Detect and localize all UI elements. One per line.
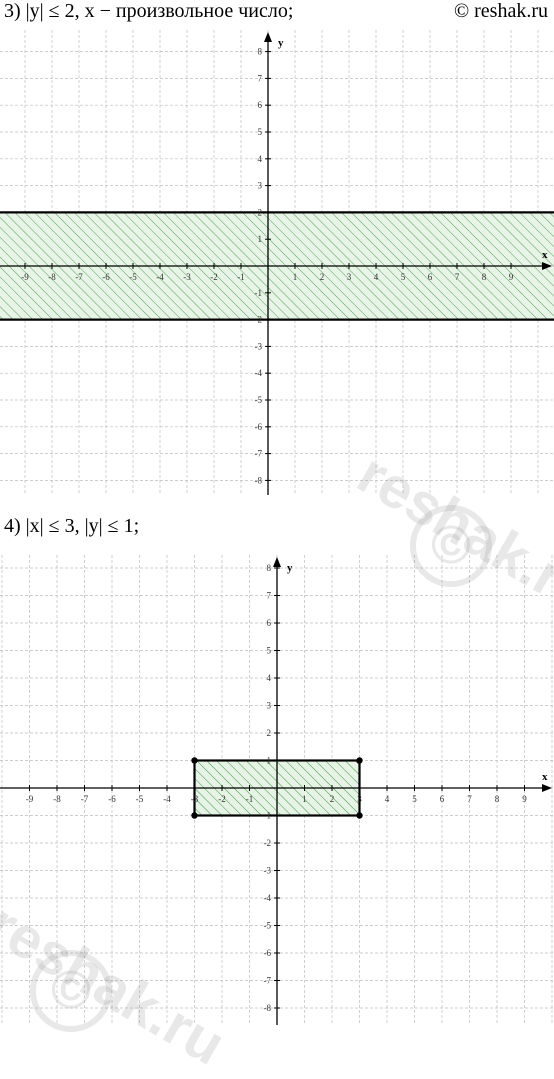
watermark-copyright-icon-1: © <box>410 505 492 587</box>
x-tick-label: 5 <box>412 794 417 804</box>
y-tick-label: -8 <box>264 1003 272 1013</box>
x-tick-label: -8 <box>53 794 61 804</box>
y-axis-label: y <box>287 562 293 574</box>
x-tick-label: 8 <box>495 794 500 804</box>
x-tick-label: 2 <box>330 794 335 804</box>
vertex-point <box>191 757 197 763</box>
x-axis-arrow-icon <box>542 784 552 792</box>
y-axis-arrow-icon <box>273 557 281 567</box>
y-tick-label: -3 <box>264 866 272 876</box>
x-tick-label: 6 <box>440 794 445 804</box>
y-tick-label: 1 <box>267 756 272 766</box>
y-tick-label: 2 <box>267 728 272 738</box>
x-tick-label: -6 <box>108 794 116 804</box>
x-tick-label: 4 <box>385 794 390 804</box>
x-tick-label: -7 <box>81 794 89 804</box>
y-tick-label: -7 <box>264 976 272 986</box>
y-tick-label: 3 <box>267 701 272 711</box>
vertex-point <box>356 757 362 763</box>
x-tick-label: -9 <box>26 794 34 804</box>
x-axis-label: x <box>542 771 548 783</box>
x-tick-label: -3 <box>191 794 199 804</box>
y-tick-label: -4 <box>264 893 272 903</box>
vertex-point <box>191 812 197 818</box>
x-tick-label: 7 <box>467 794 472 804</box>
x-tick-label: -4 <box>163 794 171 804</box>
x-tick-label: -2 <box>218 794 226 804</box>
x-tick-label: 3 <box>357 794 362 804</box>
y-tick-label: 5 <box>267 646 272 656</box>
y-tick-label: -2 <box>264 838 272 848</box>
y-tick-label: 4 <box>267 673 272 683</box>
x-tick-label: -5 <box>136 794 144 804</box>
y-tick-label: 6 <box>267 618 272 628</box>
x-tick-label: 9 <box>522 794 527 804</box>
y-tick-label: 7 <box>267 591 272 601</box>
y-tick-label: 8 <box>267 563 272 573</box>
watermark-copyright-icon-2: © <box>30 950 112 1032</box>
x-tick-label: 1 <box>302 794 307 804</box>
vertex-point <box>356 812 362 818</box>
x-tick-label: -1 <box>246 794 254 804</box>
y-tick-label: -6 <box>264 948 272 958</box>
y-tick-label: -5 <box>264 921 272 931</box>
y-tick-label: -1 <box>264 811 272 821</box>
